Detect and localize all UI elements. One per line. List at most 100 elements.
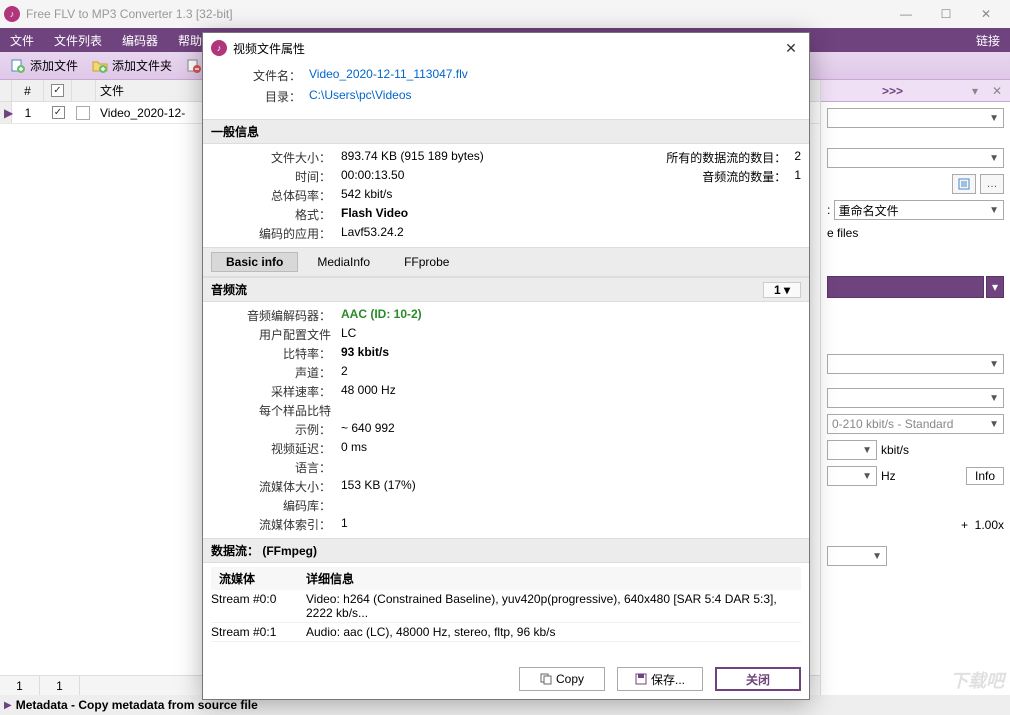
stream1-info: Audio: aac (LC), 48000 Hz, stereo, fltp,…: [306, 625, 801, 639]
col-number[interactable]: #: [12, 80, 44, 101]
codec-value: AAC (ID: 10-2): [341, 307, 422, 324]
close-window-button[interactable]: ✕: [966, 0, 1006, 28]
data-col2: 详细信息: [306, 570, 801, 587]
stream-row: Stream #0:0 Video: h264 (Constrained Bas…: [211, 590, 801, 623]
tab-close-icon[interactable]: ✕: [986, 84, 1008, 98]
chevron-down-icon: ▼: [989, 205, 999, 216]
totbr-value: 542 kbit/s: [341, 187, 392, 204]
audio-stream-selector[interactable]: 1 ▾: [763, 282, 801, 298]
header-checkbox[interactable]: [51, 84, 64, 97]
fmt-label: 格式：: [211, 206, 331, 223]
streams-value: 2: [794, 149, 801, 166]
copy-icon: [540, 673, 552, 685]
combo-1[interactable]: ▼: [827, 108, 1004, 128]
directory-value[interactable]: C:\Users\pc\Videos: [309, 88, 412, 105]
chevron-down-icon: ▼: [989, 359, 999, 370]
titlebar: ♪ Free FLV to MP3 Converter 1.3 [32-bit]…: [0, 0, 1010, 28]
files-suffix: e files: [827, 226, 858, 240]
copy-button[interactable]: Copy: [519, 667, 605, 691]
bitrate-range-label: 0-210 kbit/s - Standard: [832, 417, 953, 431]
filename-value[interactable]: Video_2020-12-11_113047.flv: [309, 67, 468, 84]
abitrate-label: 比特率：: [211, 345, 331, 362]
chevron-down-icon: ▼: [989, 113, 999, 124]
codec-label: 音频编解码器：: [211, 307, 331, 324]
overwrite-label: 重命名文件: [839, 202, 899, 219]
ssize-value: 153 KB (17%): [341, 478, 416, 495]
add-file-button[interactable]: 添加文件: [4, 55, 84, 77]
action-button[interactable]: [827, 276, 984, 298]
filename-label: 文件名：: [211, 67, 301, 84]
hz-combo[interactable]: ▼: [827, 466, 877, 486]
status-arrow-icon: ▶: [4, 700, 12, 711]
combo-3[interactable]: ▼: [827, 354, 1004, 374]
fmt-value: Flash Video: [341, 206, 408, 223]
more-button[interactable]: …: [980, 174, 1004, 194]
data-col1: 流媒体: [211, 570, 306, 587]
file-type-icon: [76, 106, 90, 120]
enc-value: Lavf53.24.2: [341, 225, 404, 242]
row-checkbox[interactable]: [52, 106, 65, 119]
copy-label: Copy: [556, 672, 584, 686]
menu-link[interactable]: 链接: [966, 28, 1010, 52]
overwrite-combo[interactable]: 重命名文件 ▼: [834, 200, 1004, 220]
bitrate-range-combo[interactable]: 0-210 kbit/s - Standard▼: [827, 414, 1004, 434]
col-check[interactable]: [44, 80, 72, 101]
footer-count-b: 1: [40, 676, 80, 695]
chevron-down-icon: ▼: [872, 551, 882, 562]
file-properties-dialog: ♪ 视频文件属性 ✕ 文件名：Video_2020-12-11_113047.f…: [202, 32, 810, 700]
profile-label: 用户配置文件: [211, 326, 331, 343]
channels-label: 声道：: [211, 364, 331, 381]
time-label: 时间：: [211, 168, 331, 185]
footer-count-a: 1: [0, 676, 40, 695]
speed-label: 1.00x: [975, 518, 1004, 532]
chevron-down-icon: ▼: [862, 445, 872, 456]
dialog-close-button[interactable]: ✕: [781, 40, 801, 57]
row-number: 1: [12, 102, 44, 123]
settings-tab[interactable]: >>>: [821, 84, 964, 98]
audio-section-title: 音频流: [211, 281, 247, 298]
close-button[interactable]: 关闭: [715, 667, 801, 691]
combo-4[interactable]: ▼: [827, 388, 1004, 408]
srate-label: 采样速率：: [211, 383, 331, 400]
totbr-label: 总体码率：: [211, 187, 331, 204]
stream0-id: Stream #0:0: [211, 592, 306, 620]
sindex-label: 流媒体索引：: [211, 516, 331, 533]
stream0-info: Video: h264 (Constrained Baseline), yuv4…: [306, 592, 801, 620]
kbit-unit: kbit/s: [881, 443, 909, 457]
menu-filelist[interactable]: 文件列表: [44, 28, 112, 52]
example-label: 示例：: [211, 421, 331, 438]
info-button[interactable]: Info: [966, 467, 1004, 485]
size-value: 893.74 KB (915 189 bytes): [341, 149, 484, 166]
minimize-button[interactable]: —: [886, 0, 926, 28]
vdelay-label: 视频延迟：: [211, 440, 331, 457]
list-button[interactable]: [952, 174, 976, 194]
subtab-mediainfo[interactable]: MediaInfo: [302, 252, 385, 272]
combo-5[interactable]: ▼: [827, 546, 887, 566]
channels-value: 2: [341, 364, 348, 381]
vdelay-value: 0 ms: [341, 440, 367, 457]
bits-label: 每个样品比特: [211, 402, 331, 419]
combo-2[interactable]: ▼: [827, 148, 1004, 168]
add-file-icon: [10, 58, 26, 74]
menu-encoder[interactable]: 编码器: [112, 28, 168, 52]
maximize-button[interactable]: ☐: [926, 0, 966, 28]
chevron-down-icon: ▼: [862, 471, 872, 482]
menu-file[interactable]: 文件: [0, 28, 44, 52]
data-section-title: 数据流： (FFmpeg): [203, 538, 809, 563]
save-button[interactable]: 保存...: [617, 667, 703, 691]
stream1-id: Stream #0:1: [211, 625, 306, 639]
subtab-basic[interactable]: Basic info: [211, 252, 298, 272]
dialog-title: 视频文件属性: [233, 40, 781, 57]
action-dropdown[interactable]: ▾: [986, 276, 1004, 298]
add-folder-button[interactable]: 添加文件夹: [86, 55, 178, 77]
size-label: 文件大小：: [211, 149, 331, 166]
kbit-combo[interactable]: ▼: [827, 440, 877, 460]
example-value: ~ 640 992: [341, 421, 395, 438]
add-folder-icon: [92, 58, 108, 74]
stream-row: Stream #0:1 Audio: aac (LC), 48000 Hz, s…: [211, 623, 801, 642]
subtab-ffprobe[interactable]: FFprobe: [389, 252, 464, 272]
settings-panel: >>> ▾ ✕ ▼ ▼ … : 重命名文件▼ e files ▾ ▼ ▼ 0-2…: [820, 80, 1010, 695]
tab-dropdown-icon[interactable]: ▾: [964, 84, 986, 98]
window-title: Free FLV to MP3 Converter 1.3 [32-bit]: [26, 7, 886, 21]
sindex-value: 1: [341, 516, 348, 533]
